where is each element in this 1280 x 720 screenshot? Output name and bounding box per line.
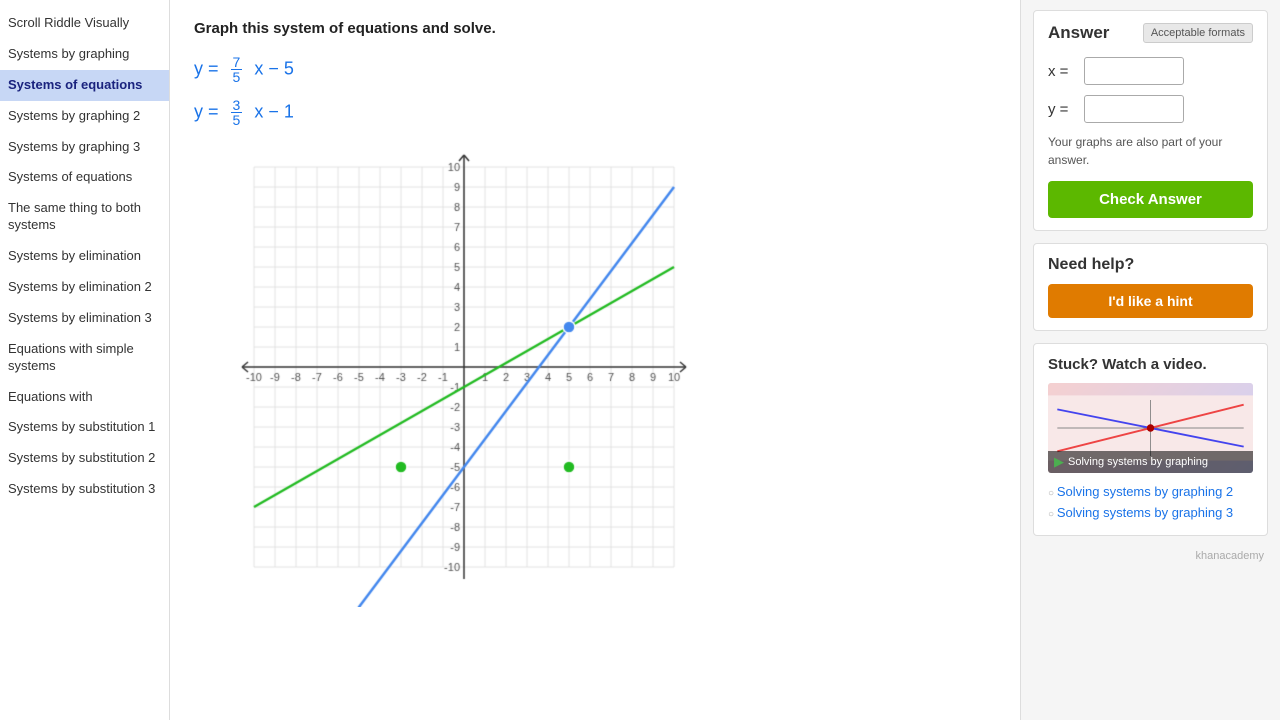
y-label: y = [1048,101,1076,118]
eq1-rest: x − 5 [249,58,294,78]
eq2-y: y = [194,101,224,121]
graph-container[interactable] [204,147,694,607]
x-input[interactable] [1084,57,1184,85]
acceptable-formats-button[interactable]: Acceptable formats [1143,23,1253,43]
related-link[interactable]: Solving systems by graphing 2 [1048,481,1253,502]
video-label: Solving systems by graphing [1068,456,1208,468]
y-input[interactable] [1084,95,1184,123]
sidebar-item-same-thing-both[interactable]: The same thing to both systems [0,193,169,241]
video-title: Stuck? Watch a video. [1048,356,1253,373]
eq1-y: y = [194,58,224,78]
main-content: Graph this system of equations and solve… [170,0,1020,720]
related-links: Solving systems by graphing 2Solving sys… [1048,481,1253,523]
answer-note: Your graphs are also part of your answer… [1048,133,1253,169]
answer-box: Answer Acceptable formats x = y = Your g… [1033,10,1268,231]
answer-title: Answer [1048,23,1109,43]
equation-2: y = 3 5 x − 1 [194,98,996,127]
related-link[interactable]: Solving systems by graphing 3 [1048,502,1253,523]
check-answer-button[interactable]: Check Answer [1048,181,1253,218]
sidebar-item-systems-elimination[interactable]: Systems by elimination [0,241,169,272]
sidebar-item-systems-substitution-2[interactable]: Systems by substitution 2 [0,443,169,474]
hint-button[interactable]: I'd like a hint [1048,284,1253,318]
equations: y = 7 5 x − 5 y = 3 5 x − 1 [194,55,996,127]
help-title: Need help? [1048,256,1253,274]
equation-1: y = 7 5 x − 5 [194,55,996,84]
sidebar-item-systems-substitution-1[interactable]: Systems by substitution 1 [0,412,169,443]
eq2-frac: 3 5 [231,98,243,127]
graph-canvas[interactable] [204,147,694,607]
help-box: Need help? I'd like a hint [1033,243,1268,331]
sidebar-item-equations-with[interactable]: Equations with [0,382,169,413]
sidebar-item-systems-elimination-2[interactable]: Systems by elimination 2 [0,272,169,303]
x-answer-row: x = [1048,57,1253,85]
eq2-rest: x − 1 [249,101,294,121]
problem-instruction: Graph this system of equations and solve… [194,20,996,37]
sidebar-item-systems-graphing-3[interactable]: Systems by graphing 3 [0,132,169,163]
sidebar-item-equations-simple[interactable]: Equations with simple systems [0,334,169,382]
y-answer-row: y = [1048,95,1253,123]
khan-logo: khanacademy [1033,548,1268,564]
sidebar-item-systems-substitution-3[interactable]: Systems by substitution 3 [0,474,169,505]
sidebar-item-systems-elimination-3[interactable]: Systems by elimination 3 [0,303,169,334]
right-panel: Answer Acceptable formats x = y = Your g… [1020,0,1280,720]
eq1-frac: 7 5 [231,55,243,84]
sidebar-item-systems-of-equations[interactable]: Systems of equations [0,70,169,101]
play-icon: ▶ [1054,454,1064,470]
sidebar-item-systems-graphing[interactable]: Systems by graphing [0,39,169,70]
video-label-bar: ▶ Solving systems by graphing [1048,451,1253,473]
video-box: Stuck? Watch a video. ▶ Solving systems … [1033,343,1268,536]
sidebar-item-systems-graphing-2[interactable]: Systems by graphing 2 [0,101,169,132]
sidebar: Scroll Riddle VisuallySystems by graphin… [0,0,170,720]
video-thumbnail[interactable]: ▶ Solving systems by graphing [1048,383,1253,473]
sidebar-item-scroll-riddle[interactable]: Scroll Riddle Visually [0,8,169,39]
x-label: x = [1048,63,1076,80]
sidebar-items: Scroll Riddle VisuallySystems by graphin… [0,8,169,505]
sidebar-item-systems-of-equations-2[interactable]: Systems of equations [0,162,169,193]
answer-header: Answer Acceptable formats [1048,23,1253,43]
